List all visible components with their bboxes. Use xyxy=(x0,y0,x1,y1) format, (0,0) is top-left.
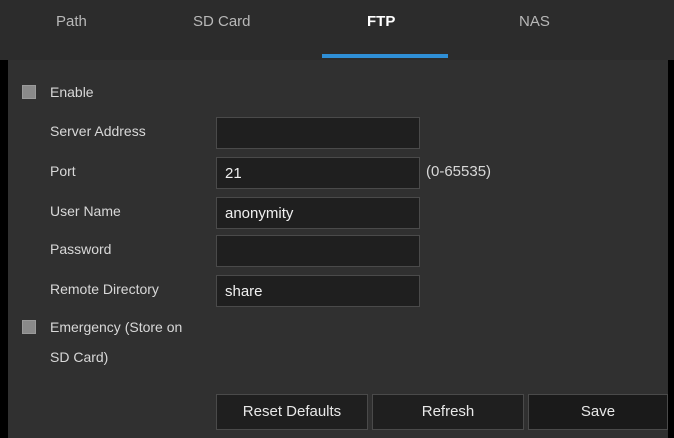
server-address-label: Server Address xyxy=(50,123,146,139)
port-input[interactable] xyxy=(216,157,420,189)
server-address-input[interactable] xyxy=(216,117,420,149)
password-input[interactable] xyxy=(216,235,420,267)
active-tab-indicator xyxy=(322,54,448,58)
password-label: Password xyxy=(50,241,112,257)
user-name-input[interactable] xyxy=(216,197,420,229)
save-button[interactable]: Save xyxy=(528,394,668,430)
emergency-checkbox[interactable] xyxy=(22,320,36,334)
refresh-button[interactable]: Refresh xyxy=(372,394,524,430)
remote-directory-label: Remote Directory xyxy=(50,281,159,297)
tab-ftp[interactable]: FTP xyxy=(367,0,395,44)
tab-bar: Path SD Card FTP NAS xyxy=(0,0,674,60)
reset-defaults-button[interactable]: Reset Defaults xyxy=(216,394,368,430)
port-range-hint: (0-65535) xyxy=(426,163,492,180)
user-name-label: User Name xyxy=(50,203,121,219)
port-label: Port xyxy=(50,163,76,179)
ftp-settings-panel: Enable Server Address Port (0-65535) Use… xyxy=(8,60,668,438)
tab-nas[interactable]: NAS xyxy=(519,0,550,44)
tab-path[interactable]: Path xyxy=(56,0,87,44)
emergency-label-line2: SD Card) xyxy=(50,349,109,365)
tab-sd-card[interactable]: SD Card xyxy=(193,0,251,44)
remote-directory-input[interactable] xyxy=(216,275,420,307)
enable-label: Enable xyxy=(50,84,94,100)
emergency-label-line1: Emergency (Store on xyxy=(50,319,183,335)
enable-checkbox[interactable] xyxy=(22,85,36,99)
